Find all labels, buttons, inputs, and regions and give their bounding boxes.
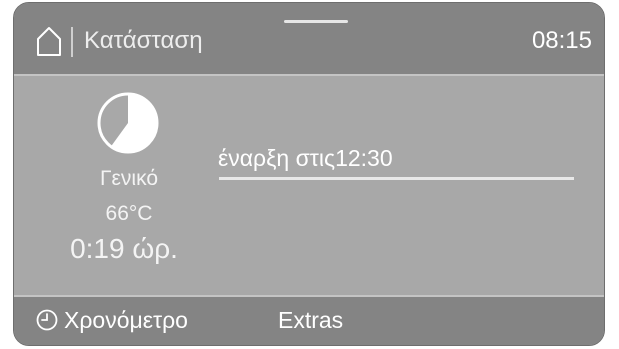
program-progress-icon (96, 91, 160, 155)
start-time-text[interactable]: έναρξη στις12:30 (218, 143, 393, 173)
display-screen: Κατάσταση 08:15 Γενικό 66°C 0:19 ώρ. ένα… (13, 2, 605, 346)
clock-icon (36, 309, 58, 331)
program-duration: 0:19 ώρ. (70, 233, 178, 264)
page-title: Κατάσταση (84, 27, 203, 54)
timer-label: Χρονόμετρο (64, 306, 188, 333)
home-icon[interactable] (36, 25, 62, 57)
program-temperature: 66°C (105, 202, 153, 225)
timer-button[interactable]: Χρονόμετρο (36, 303, 188, 337)
header-separator (71, 27, 73, 57)
start-time-underline (219, 177, 574, 180)
header-divider (14, 74, 604, 76)
pull-down-handle[interactable] (284, 20, 348, 23)
program-name: Γενικό (99, 167, 159, 190)
clock-time: 08:15 (531, 27, 592, 54)
extras-button[interactable]: Extras (278, 303, 343, 337)
